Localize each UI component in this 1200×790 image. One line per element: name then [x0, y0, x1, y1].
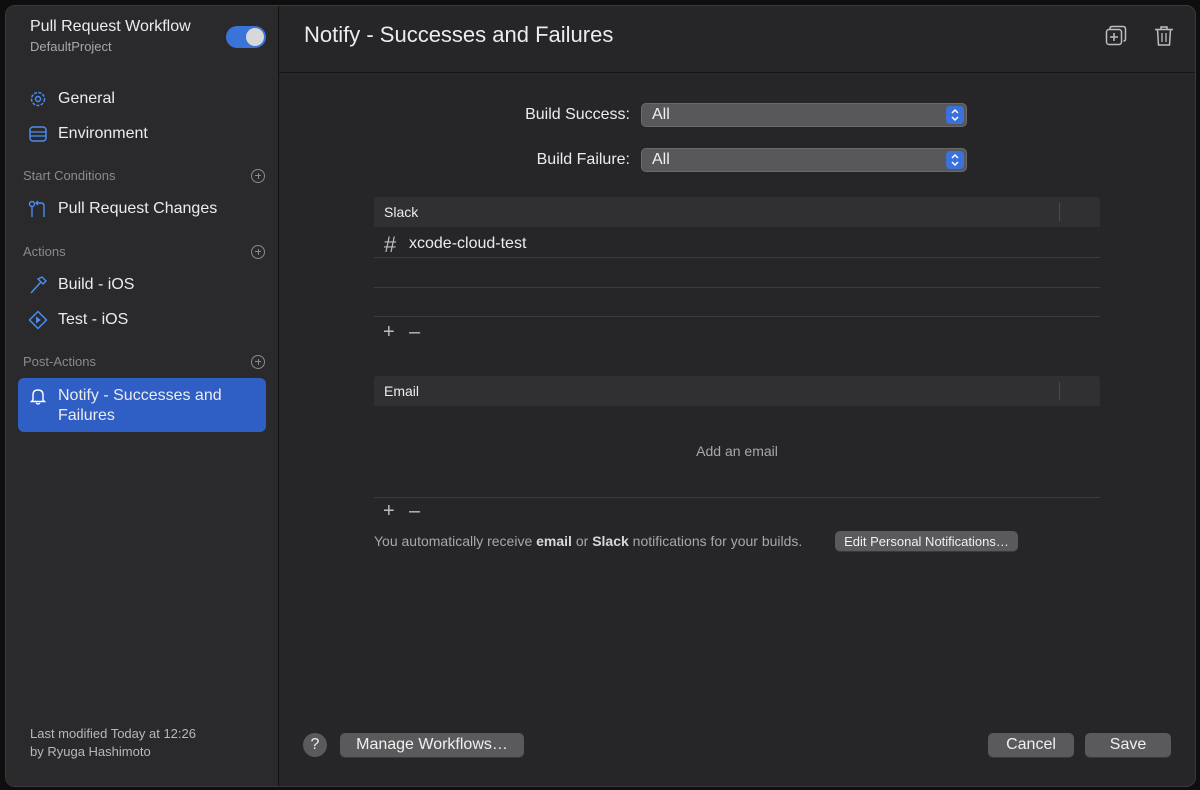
section-heading: Actions	[23, 244, 66, 259]
workflow-enabled-toggle[interactable]	[226, 26, 266, 48]
sidebar-item-label: General	[58, 90, 115, 107]
toggle-knob	[246, 28, 264, 46]
environment-icon	[18, 126, 58, 142]
select-value: All	[652, 106, 670, 123]
section-heading: Post-Actions	[23, 354, 96, 369]
bell-icon	[18, 378, 58, 405]
section-start-conditions: Start Conditions	[23, 168, 268, 183]
row-divider	[374, 287, 1100, 288]
trash-icon[interactable]	[1152, 24, 1176, 48]
sidebar-item-label: Build - iOS	[58, 276, 135, 293]
help-button[interactable]: ?	[303, 733, 327, 757]
select-value: All	[652, 151, 670, 168]
last-modified-line: Last modified Today at 12:26	[30, 726, 196, 741]
section-actions: Actions	[23, 244, 268, 259]
sidebar: Pull Request Workflow DefaultProject Gen…	[6, 6, 279, 786]
add-action-icon[interactable]	[251, 244, 265, 259]
hammer-icon	[18, 275, 58, 295]
last-modified: Last modified Today at 12:26 by Ryuga Ha…	[30, 725, 196, 761]
slack-table-header: Slack	[374, 197, 1100, 227]
edit-personal-notifications-button[interactable]: Edit Personal Notifications…	[835, 531, 1018, 551]
section-heading: Start Conditions	[23, 168, 116, 183]
sidebar-item-build-ios[interactable]: Build - iOS	[18, 270, 266, 300]
add-start-condition-icon[interactable]	[251, 168, 265, 183]
panel-header: Notify - Successes and Failures	[279, 6, 1195, 73]
sidebar-item-label: Test - iOS	[58, 311, 129, 328]
table-row[interactable]: # xcode-cloud-test	[374, 232, 1100, 260]
remove-icon[interactable]: –	[409, 500, 435, 523]
duplicate-icon[interactable]	[1104, 24, 1128, 48]
hashtag-icon: #	[384, 232, 397, 257]
sidebar-item-general[interactable]: General	[18, 84, 266, 114]
note-text: notifications for your builds.	[628, 533, 803, 549]
note-text: or	[571, 533, 593, 549]
add-icon[interactable]: +	[383, 500, 409, 523]
email-add-remove: + –	[383, 500, 435, 523]
sidebar-item-label: Notify - Successes and Failures	[58, 387, 222, 424]
chevron-updown-icon	[946, 106, 964, 124]
email-table-header: Email	[374, 376, 1100, 406]
workflow-project: DefaultProject	[30, 39, 112, 54]
sidebar-item-label: Environment	[58, 125, 148, 142]
row-divider	[374, 497, 1100, 498]
column-divider	[1059, 382, 1060, 400]
email-heading: Email	[384, 383, 420, 399]
sidebar-item-notify[interactable]: Notify - Successes and Failures	[18, 378, 266, 432]
last-modified-author: by Ryuga Hashimoto	[30, 744, 151, 759]
chevron-updown-icon	[946, 151, 964, 169]
build-success-select[interactable]: All	[641, 103, 967, 127]
page-title: Notify - Successes and Failures	[304, 22, 614, 47]
workflow-title: Pull Request Workflow	[30, 18, 191, 35]
sidebar-item-test-ios[interactable]: Test - iOS	[18, 305, 266, 335]
add-post-action-icon[interactable]	[251, 354, 265, 369]
column-divider	[1059, 203, 1060, 221]
save-button[interactable]: Save	[1085, 733, 1171, 757]
slack-add-remove: + –	[383, 321, 435, 344]
slack-channel: xcode-cloud-test	[409, 235, 527, 252]
note-text: You automatically receive	[374, 533, 537, 549]
pull-request-icon	[18, 200, 58, 218]
test-icon	[18, 310, 58, 330]
sidebar-item-pull-request-changes[interactable]: Pull Request Changes	[18, 194, 266, 224]
build-failure-select[interactable]: All	[641, 148, 967, 172]
row-divider	[374, 316, 1100, 317]
note-email: email	[536, 533, 572, 549]
section-post-actions: Post-Actions	[23, 354, 268, 369]
workflow-editor-window: Pull Request Workflow DefaultProject Gen…	[5, 5, 1196, 787]
note-slack: Slack	[592, 533, 629, 549]
gear-icon	[18, 90, 58, 108]
sidebar-item-label: Pull Request Changes	[58, 200, 218, 217]
main-panel: Notify - Successes and Failures Build Su…	[279, 6, 1195, 786]
build-success-label: Build Success:	[525, 106, 630, 123]
sidebar-item-environment[interactable]: Environment	[18, 119, 266, 149]
build-failure-label: Build Failure:	[536, 151, 630, 168]
manage-workflows-button[interactable]: Manage Workflows…	[340, 733, 524, 757]
slack-heading: Slack	[384, 204, 419, 220]
cancel-button[interactable]: Cancel	[988, 733, 1074, 757]
remove-icon[interactable]: –	[409, 321, 435, 344]
add-email-placeholder[interactable]: Add an email	[374, 443, 1100, 459]
notification-note: You automatically receive email or Slack…	[374, 533, 802, 549]
row-divider	[374, 257, 1100, 258]
add-icon[interactable]: +	[383, 321, 409, 344]
